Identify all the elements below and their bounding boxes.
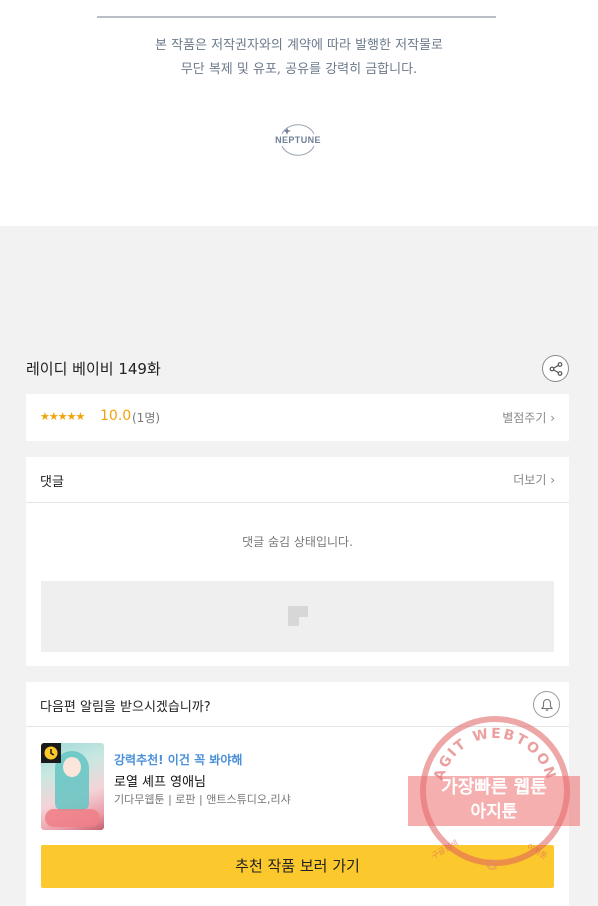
- recommendation-title[interactable]: 로열 셰프 영애님: [114, 771, 206, 790]
- watermark-line-2: 아지툰: [470, 802, 518, 822]
- recommendation-meta: 기다무웹툰 | 로판 | 앤트스튜디오,리샤: [114, 793, 291, 806]
- comments-hidden-message: 댓글 숨김 상태입니다.: [242, 535, 353, 549]
- recommended-thumbnail[interactable]: [41, 743, 104, 830]
- copyright-notice-line-2: 무단 복제 및 유포, 공유를 강력히 금합니다.: [180, 62, 418, 77]
- placeholder-image-icon: [288, 606, 308, 626]
- comments-title: 댓글: [40, 475, 64, 490]
- rate-button[interactable]: 별점주기 ›: [502, 409, 555, 426]
- comments-card: 댓글 더보기 › 댓글 숨김 상태입니다.: [26, 457, 569, 666]
- divider: [26, 502, 569, 503]
- watermark-line-1: 가장빠른 웹툰: [441, 777, 547, 798]
- watermark-stamp: AGIT WEBTOON 가장빠른 웹툰 아지툰 구글검색 G 아지툰: [406, 716, 582, 892]
- google-icon: G: [486, 858, 498, 874]
- bell-icon: [540, 698, 554, 711]
- rating-score: 10.0: [100, 408, 132, 424]
- divider: [97, 16, 496, 18]
- share-button[interactable]: [542, 355, 569, 382]
- rating-stars: ★★★★★: [40, 410, 85, 423]
- notify-bell-button[interactable]: [533, 691, 560, 718]
- wait-free-badge: [41, 743, 61, 763]
- episode-title: 레이디 베이비 149화: [26, 360, 161, 378]
- copyright-notice-line-1: 본 작품은 저작권자와의 계약에 따라 발행한 저작물로: [155, 38, 443, 53]
- share-icon: [549, 362, 563, 376]
- svg-text:AGIT WEBTOON: AGIT WEBTOON: [431, 726, 559, 783]
- recommendation-tag: 강력추천! 이건 꼭 봐야해: [114, 753, 243, 767]
- ad-placeholder: [41, 581, 554, 652]
- rating-card: ★★★★★ 10.0 (1명) 별점주기 ›: [26, 394, 569, 441]
- copyright-section: 본 작품은 저작권자와의 계약에 따라 발행한 저작물로 무단 복제 및 유포,…: [0, 0, 598, 226]
- publisher-logo: NEPTUNE: [268, 120, 328, 160]
- notify-question: 다음편 알림을 받으시겠습니까?: [40, 700, 211, 715]
- publisher-logo-text: NEPTUNE: [275, 135, 321, 145]
- copyright-notice: 본 작품은 저작권자와의 계약에 따라 발행한 저작물로 무단 복제 및 유포,…: [0, 34, 598, 82]
- comments-more-link[interactable]: 더보기 ›: [513, 471, 555, 488]
- clock-icon: [44, 746, 58, 760]
- rating-count: (1명): [132, 411, 161, 425]
